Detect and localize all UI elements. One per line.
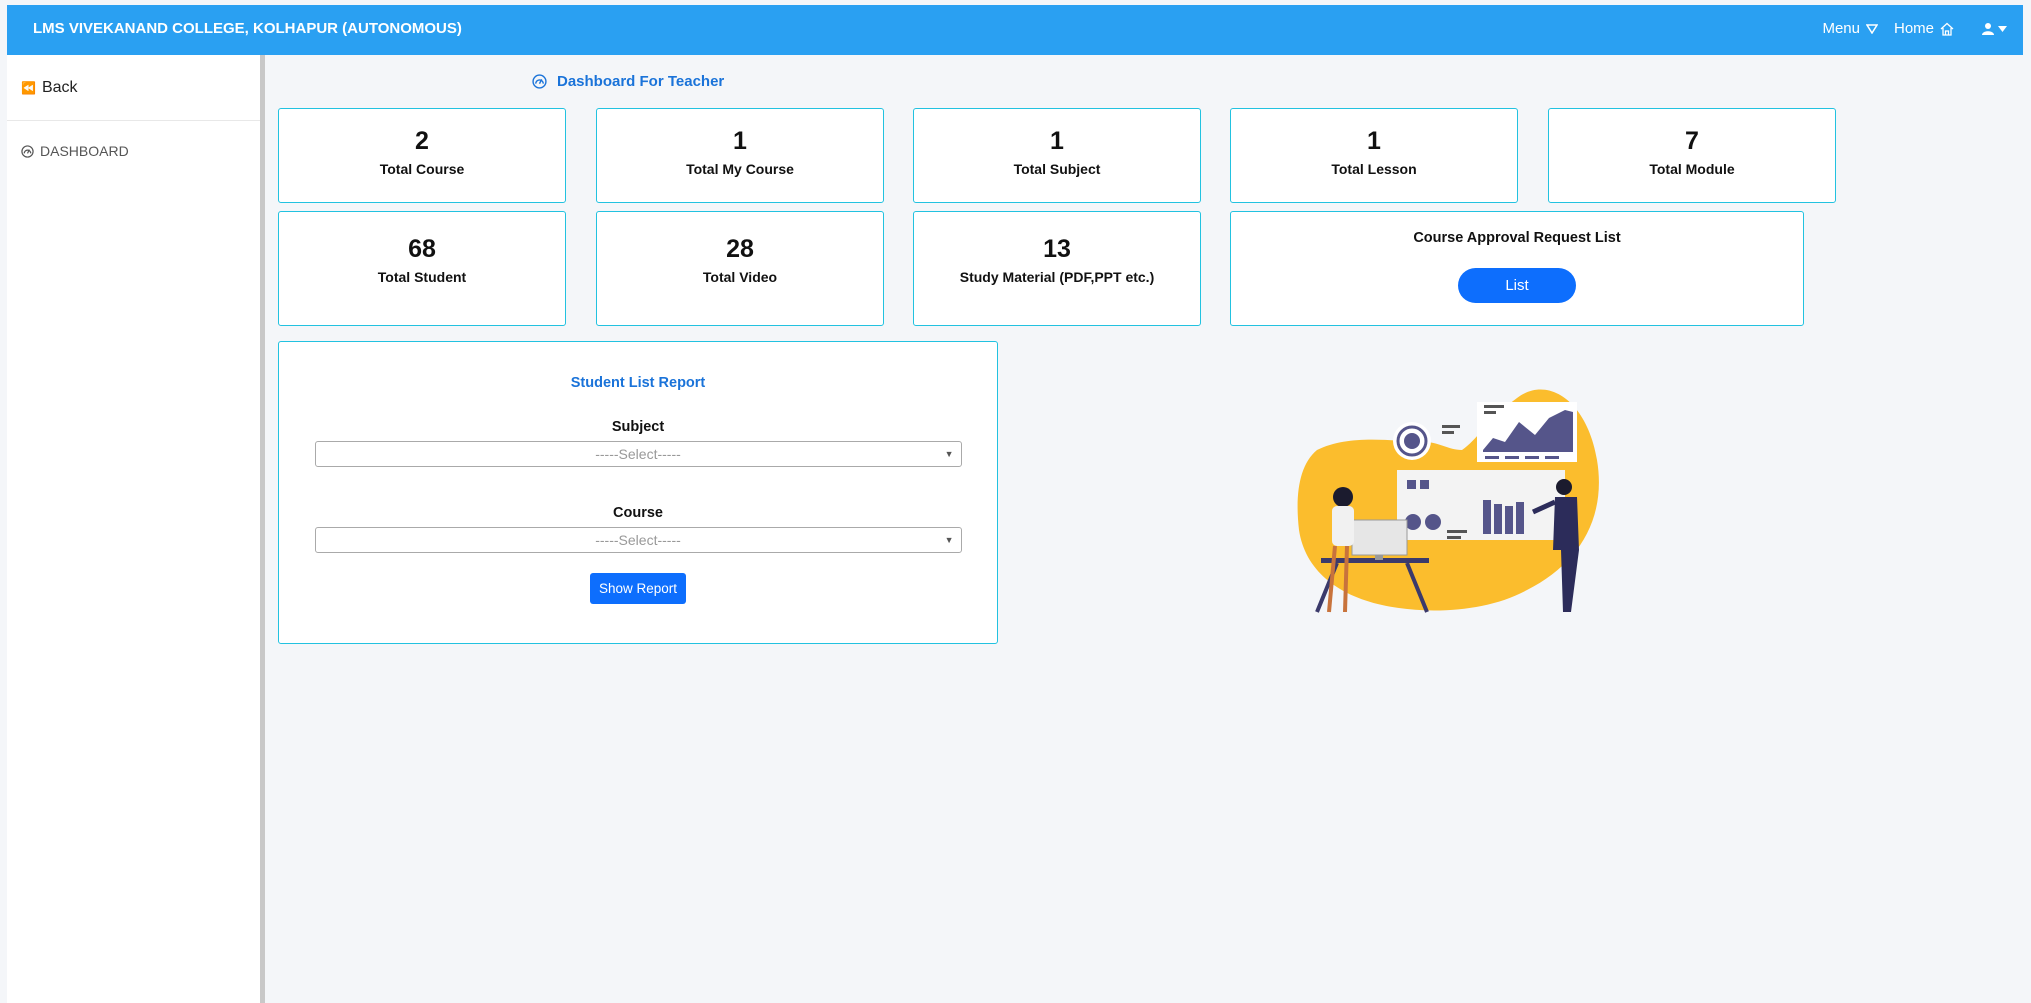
dashboard-gauge-icon [532, 74, 547, 89]
triangle-down-icon [1865, 23, 1878, 34]
course-select[interactable]: -----Select----- ▼ [314, 527, 962, 553]
monitor [1351, 519, 1408, 556]
menu-label: Menu [1822, 20, 1860, 37]
stat-card-total-my-course[interactable]: 1 Total My Course [596, 108, 884, 203]
dashboard-gauge-icon [21, 144, 34, 158]
stat-value: 7 [1685, 127, 1699, 155]
back-link[interactable]: ⏪ Back [7, 55, 260, 121]
stat-label: Total Course [379, 161, 465, 177]
stat-value: 28 [726, 235, 754, 263]
list-button[interactable]: List [1458, 268, 1576, 303]
stat-card-study-material[interactable]: 13 Study Material (PDF,PPT etc.) [913, 211, 1201, 326]
stat-label: Total Student [377, 269, 467, 285]
user-dropdown[interactable] [1976, 22, 2007, 35]
menu-dropdown[interactable]: Menu [1822, 20, 1878, 37]
sidebar-item-dashboard[interactable]: DASHBOARD [7, 143, 260, 159]
app-frame: LMS VIVEKANAND COLLEGE, KOLHAPUR (AUTONO… [7, 5, 2023, 1003]
stat-label: Study Material (PDF,PPT etc.) [959, 269, 1155, 285]
brand-title[interactable]: LMS VIVEKANAND COLLEGE, KOLHAPUR (AUTONO… [33, 20, 462, 37]
stat-card-total-video[interactable]: 28 Total Video [596, 211, 884, 326]
stat-value: 1 [733, 127, 747, 155]
sidebar-item-label: DASHBOARD [40, 143, 129, 159]
stat-label: Total Subject [1013, 161, 1101, 177]
stat-value: 13 [1043, 235, 1071, 263]
student-list-report-card: Student List Report Subject -----Select-… [278, 341, 998, 644]
report-title: Student List Report [570, 375, 706, 391]
top-navbar: LMS VIVEKANAND COLLEGE, KOLHAPUR (AUTONO… [7, 5, 2023, 55]
subject-select[interactable]: -----Select----- ▼ [314, 441, 962, 467]
back-label: Back [41, 78, 78, 96]
stat-value: 68 [408, 235, 436, 263]
page-title-text: Dashboard For Teacher [557, 73, 725, 90]
stat-card-total-student[interactable]: 68 Total Student [278, 211, 566, 326]
caret-down-icon: ▼ [944, 535, 954, 545]
stat-card-total-subject[interactable]: 1 Total Subject [913, 108, 1201, 203]
sidebar: ⏪ Back DASHBOARD [7, 55, 265, 1003]
stat-value: 1 [1367, 127, 1381, 155]
course-label: Course [613, 505, 663, 521]
stat-label: Total Video [702, 269, 778, 285]
stat-value: 1 [1050, 127, 1064, 155]
home-label: Home [1893, 20, 1934, 37]
man-head [1556, 479, 1572, 495]
stat-label: Total Lesson [1331, 161, 1417, 177]
caret-down-icon [1998, 25, 2007, 32]
page-title: Dashboard For Teacher [532, 73, 724, 90]
home-link[interactable]: Home [1894, 20, 1954, 37]
stat-value: 2 [415, 127, 429, 155]
woman-head [1333, 487, 1353, 507]
home-icon [1940, 22, 1954, 36]
double-arrow-left-icon: ⏪ [21, 80, 36, 95]
stat-card-total-lesson[interactable]: 1 Total Lesson [1230, 108, 1518, 203]
show-report-button[interactable]: Show Report [589, 573, 687, 604]
stat-label: Total My Course [686, 161, 794, 177]
dashboard-illustration [1297, 389, 1599, 613]
course-select-value: -----Select----- [595, 532, 681, 548]
stat-label: Total Module [1649, 161, 1735, 177]
stat-card-total-module[interactable]: 7 Total Module [1548, 108, 1836, 203]
approval-title: Course Approval Request List [1413, 230, 1621, 246]
subject-select-value: -----Select----- [595, 446, 681, 462]
top-nav: Menu Home [1806, 20, 2007, 37]
course-approval-card: Course Approval Request List List [1230, 211, 1804, 326]
subject-label: Subject [611, 419, 665, 435]
user-icon [1982, 23, 1994, 35]
caret-down-icon: ▼ [944, 449, 954, 459]
stat-card-total-course[interactable]: 2 Total Course [278, 108, 566, 203]
